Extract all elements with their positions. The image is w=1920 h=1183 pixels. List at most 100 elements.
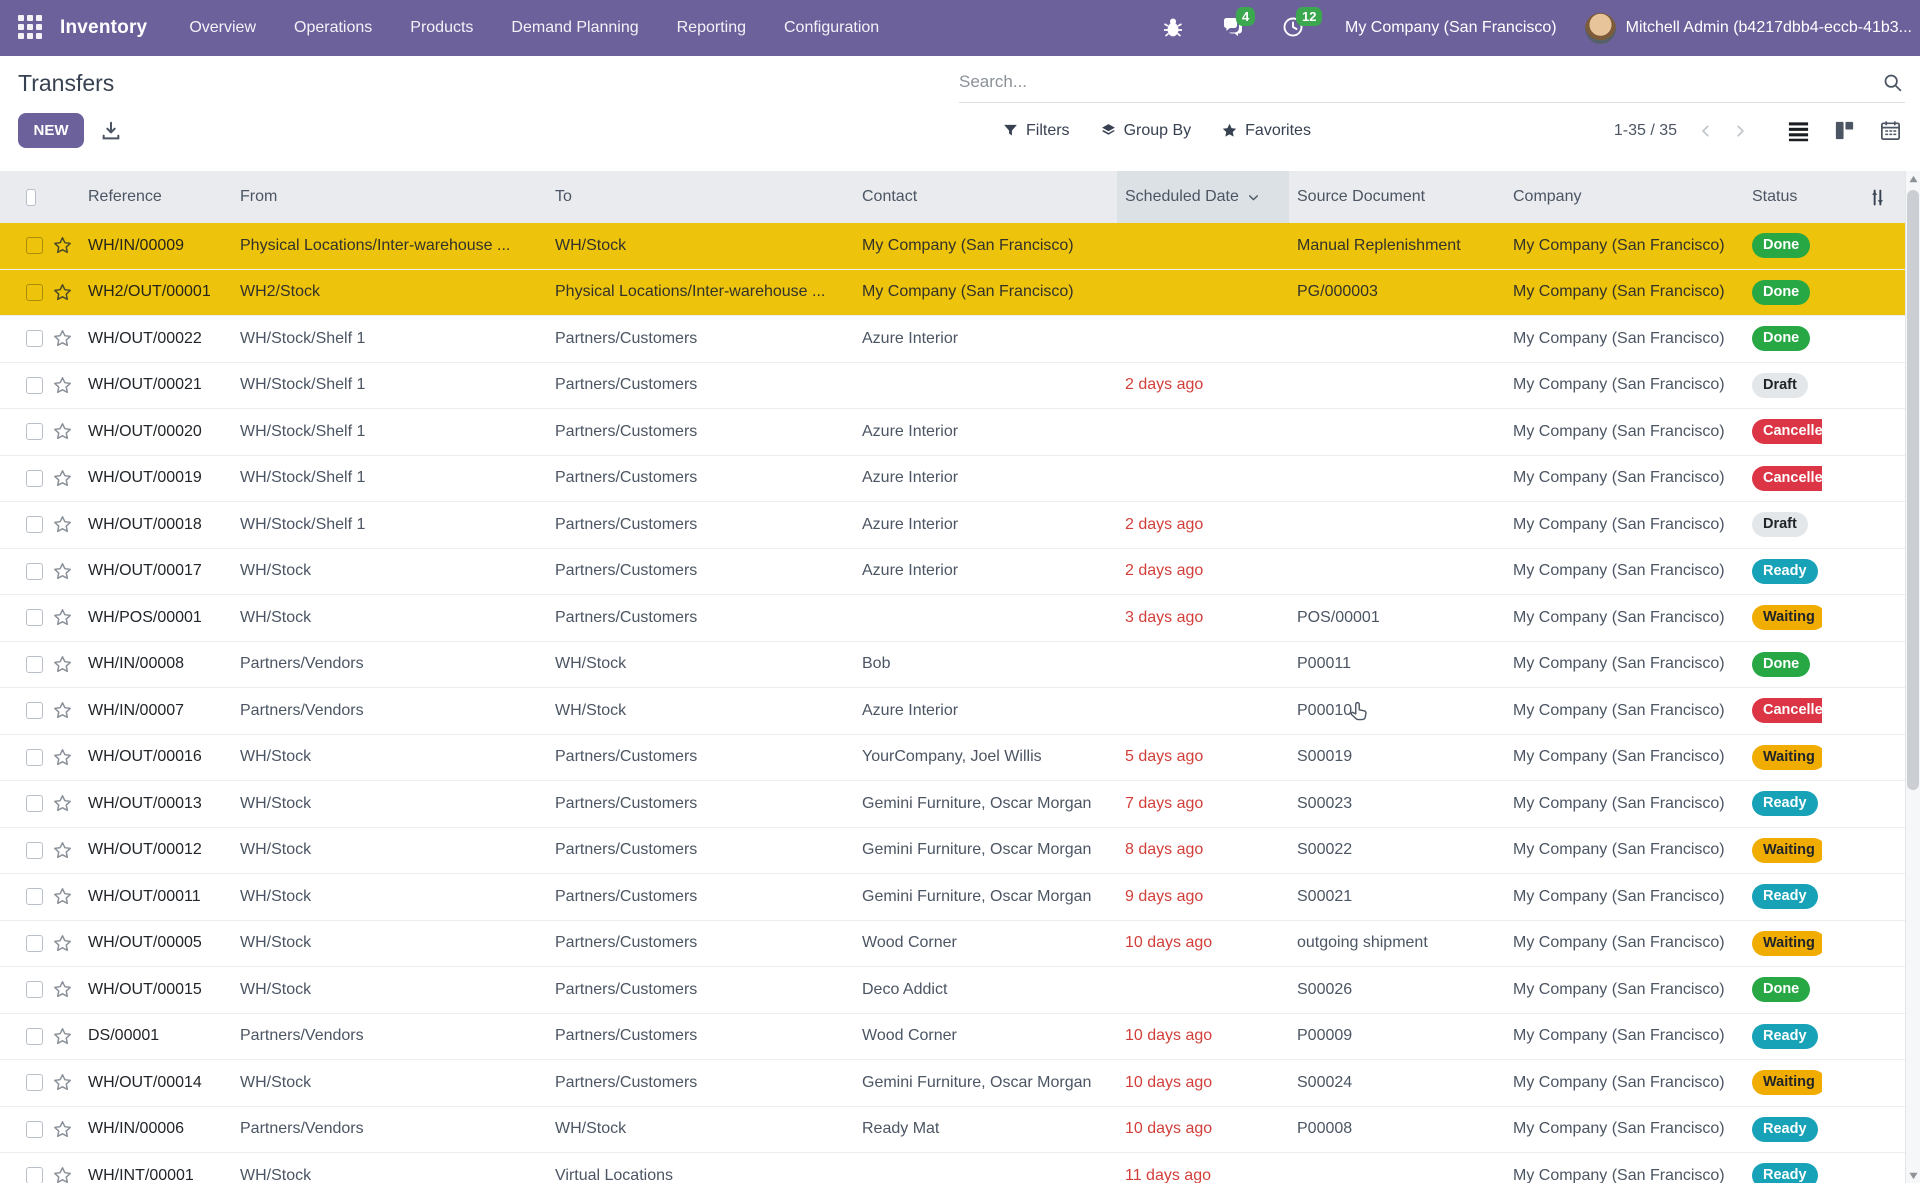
table-row[interactable]: WH/OUT/00021 WH/Stock/Shelf 1 Partners/C…: [0, 363, 1905, 410]
row-checkbox[interactable]: [26, 470, 43, 487]
table-row[interactable]: DS/00001 Partners/Vendors Partners/Custo…: [0, 1014, 1905, 1061]
menu-demand-planning[interactable]: Demand Planning: [511, 19, 638, 37]
table-row[interactable]: WH/INT/00001 WH/Stock Virtual Locations …: [0, 1153, 1905, 1183]
row-checkbox[interactable]: [26, 237, 43, 254]
table-row[interactable]: WH/IN/00007 Partners/Vendors WH/Stock Az…: [0, 688, 1905, 735]
row-checkbox[interactable]: [26, 1121, 43, 1138]
favorite-star-icon[interactable]: [52, 1026, 73, 1047]
row-checkbox[interactable]: [26, 702, 43, 719]
favorite-star-icon[interactable]: [52, 282, 73, 303]
user-menu[interactable]: Mitchell Admin (b4217dbb4-eccb-41b3...: [1626, 19, 1912, 37]
favorite-star-icon[interactable]: [52, 840, 73, 861]
favorite-star-icon[interactable]: [52, 235, 73, 256]
favorites-button[interactable]: Favorites: [1221, 122, 1311, 140]
pager-next-icon[interactable]: [1733, 124, 1747, 138]
menu-operations[interactable]: Operations: [294, 19, 372, 37]
row-checkbox[interactable]: [26, 1167, 43, 1183]
table-row[interactable]: WH/OUT/00019 WH/Stock/Shelf 1 Partners/C…: [0, 456, 1905, 503]
menu-products[interactable]: Products: [410, 19, 473, 37]
activities-clock-icon[interactable]: 12: [1281, 15, 1307, 41]
row-checkbox[interactable]: [26, 563, 43, 580]
row-checkbox[interactable]: [26, 888, 43, 905]
row-checkbox[interactable]: [26, 795, 43, 812]
favorite-star-icon[interactable]: [52, 747, 73, 768]
table-row[interactable]: WH/OUT/00020 WH/Stock/Shelf 1 Partners/C…: [0, 409, 1905, 456]
scroll-down-arrow[interactable]: [1906, 1167, 1920, 1183]
row-checkbox[interactable]: [26, 656, 43, 673]
favorite-star-icon[interactable]: [52, 700, 73, 721]
user-avatar[interactable]: [1585, 13, 1616, 44]
kanban-view-icon[interactable]: [1833, 119, 1856, 142]
search-input[interactable]: [959, 72, 1882, 92]
new-button[interactable]: NEW: [18, 113, 84, 148]
table-row[interactable]: WH/OUT/00005 WH/Stock Partners/Customers…: [0, 921, 1905, 968]
table-row[interactable]: WH/OUT/00014 WH/Stock Partners/Customers…: [0, 1060, 1905, 1107]
export-download-icon[interactable]: [100, 120, 122, 142]
row-checkbox[interactable]: [26, 516, 43, 533]
favorite-star-icon[interactable]: [52, 561, 73, 582]
list-view-icon[interactable]: [1787, 119, 1810, 142]
select-all-checkbox[interactable]: [26, 189, 36, 206]
favorite-star-icon[interactable]: [52, 1165, 73, 1183]
header-from[interactable]: From: [232, 171, 547, 223]
pager-range[interactable]: 1-35 / 35: [1614, 122, 1677, 140]
table-row[interactable]: WH/OUT/00018 WH/Stock/Shelf 1 Partners/C…: [0, 502, 1905, 549]
row-checkbox[interactable]: [26, 1028, 43, 1045]
row-checkbox[interactable]: [26, 935, 43, 952]
favorite-star-icon[interactable]: [52, 607, 73, 628]
filters-button[interactable]: Filters: [1002, 122, 1070, 140]
group-by-button[interactable]: Group By: [1100, 122, 1192, 140]
row-checkbox[interactable]: [26, 423, 43, 440]
messages-icon[interactable]: 4: [1221, 15, 1247, 41]
row-checkbox[interactable]: [26, 377, 43, 394]
row-checkbox[interactable]: [26, 330, 43, 347]
table-row[interactable]: WH/POS/00001 WH/Stock Partners/Customers…: [0, 595, 1905, 642]
menu-overview[interactable]: Overview: [189, 19, 256, 37]
header-contact[interactable]: Contact: [854, 171, 1117, 223]
header-reference[interactable]: Reference: [80, 171, 232, 223]
row-checkbox[interactable]: [26, 284, 43, 301]
table-row[interactable]: WH/OUT/00015 WH/Stock Partners/Customers…: [0, 967, 1905, 1014]
table-row[interactable]: WH/OUT/00012 WH/Stock Partners/Customers…: [0, 828, 1905, 875]
favorite-star-icon[interactable]: [52, 375, 73, 396]
calendar-view-icon[interactable]: [1879, 119, 1902, 142]
row-checkbox[interactable]: [26, 749, 43, 766]
favorite-star-icon[interactable]: [52, 1072, 73, 1093]
row-checkbox[interactable]: [26, 981, 43, 998]
apps-grid-icon[interactable]: [18, 15, 44, 41]
optional-columns-icon[interactable]: [1868, 188, 1887, 207]
favorite-star-icon[interactable]: [52, 886, 73, 907]
header-to[interactable]: To: [547, 171, 854, 223]
favorite-star-icon[interactable]: [52, 793, 73, 814]
favorite-star-icon[interactable]: [52, 514, 73, 535]
scrollbar-thumb[interactable]: [1907, 190, 1919, 790]
row-checkbox[interactable]: [26, 842, 43, 859]
header-status[interactable]: Status: [1744, 171, 1822, 223]
menu-reporting[interactable]: Reporting: [677, 19, 746, 37]
table-row[interactable]: WH/IN/00009 Physical Locations/Inter-war…: [0, 223, 1905, 270]
row-checkbox[interactable]: [26, 609, 43, 626]
favorite-star-icon[interactable]: [52, 1119, 73, 1140]
favorite-star-icon[interactable]: [52, 933, 73, 954]
scroll-up-arrow[interactable]: [1906, 171, 1920, 187]
table-row[interactable]: WH/IN/00008 Partners/Vendors WH/Stock Bo…: [0, 642, 1905, 689]
app-name[interactable]: Inventory: [60, 17, 147, 39]
favorite-star-icon[interactable]: [52, 328, 73, 349]
favorite-star-icon[interactable]: [52, 979, 73, 1000]
header-source-document[interactable]: Source Document: [1289, 171, 1505, 223]
header-company[interactable]: Company: [1505, 171, 1744, 223]
row-checkbox[interactable]: [26, 1074, 43, 1091]
table-row[interactable]: WH/OUT/00011 WH/Stock Partners/Customers…: [0, 874, 1905, 921]
table-row[interactable]: WH/OUT/00022 WH/Stock/Shelf 1 Partners/C…: [0, 316, 1905, 363]
table-row[interactable]: WH2/OUT/00001 WH2/Stock Physical Locatio…: [0, 270, 1905, 317]
company-switcher[interactable]: My Company (San Francisco): [1345, 19, 1557, 37]
favorite-star-icon[interactable]: [52, 421, 73, 442]
table-row[interactable]: WH/OUT/00016 WH/Stock Partners/Customers…: [0, 735, 1905, 782]
table-row[interactable]: WH/IN/00006 Partners/Vendors WH/Stock Re…: [0, 1107, 1905, 1154]
table-row[interactable]: WH/OUT/00013 WH/Stock Partners/Customers…: [0, 781, 1905, 828]
debug-bug-icon[interactable]: [1161, 15, 1187, 41]
favorite-star-icon[interactable]: [52, 468, 73, 489]
table-row[interactable]: WH/OUT/00017 WH/Stock Partners/Customers…: [0, 549, 1905, 596]
pager-previous-icon[interactable]: [1699, 124, 1713, 138]
menu-configuration[interactable]: Configuration: [784, 19, 879, 37]
